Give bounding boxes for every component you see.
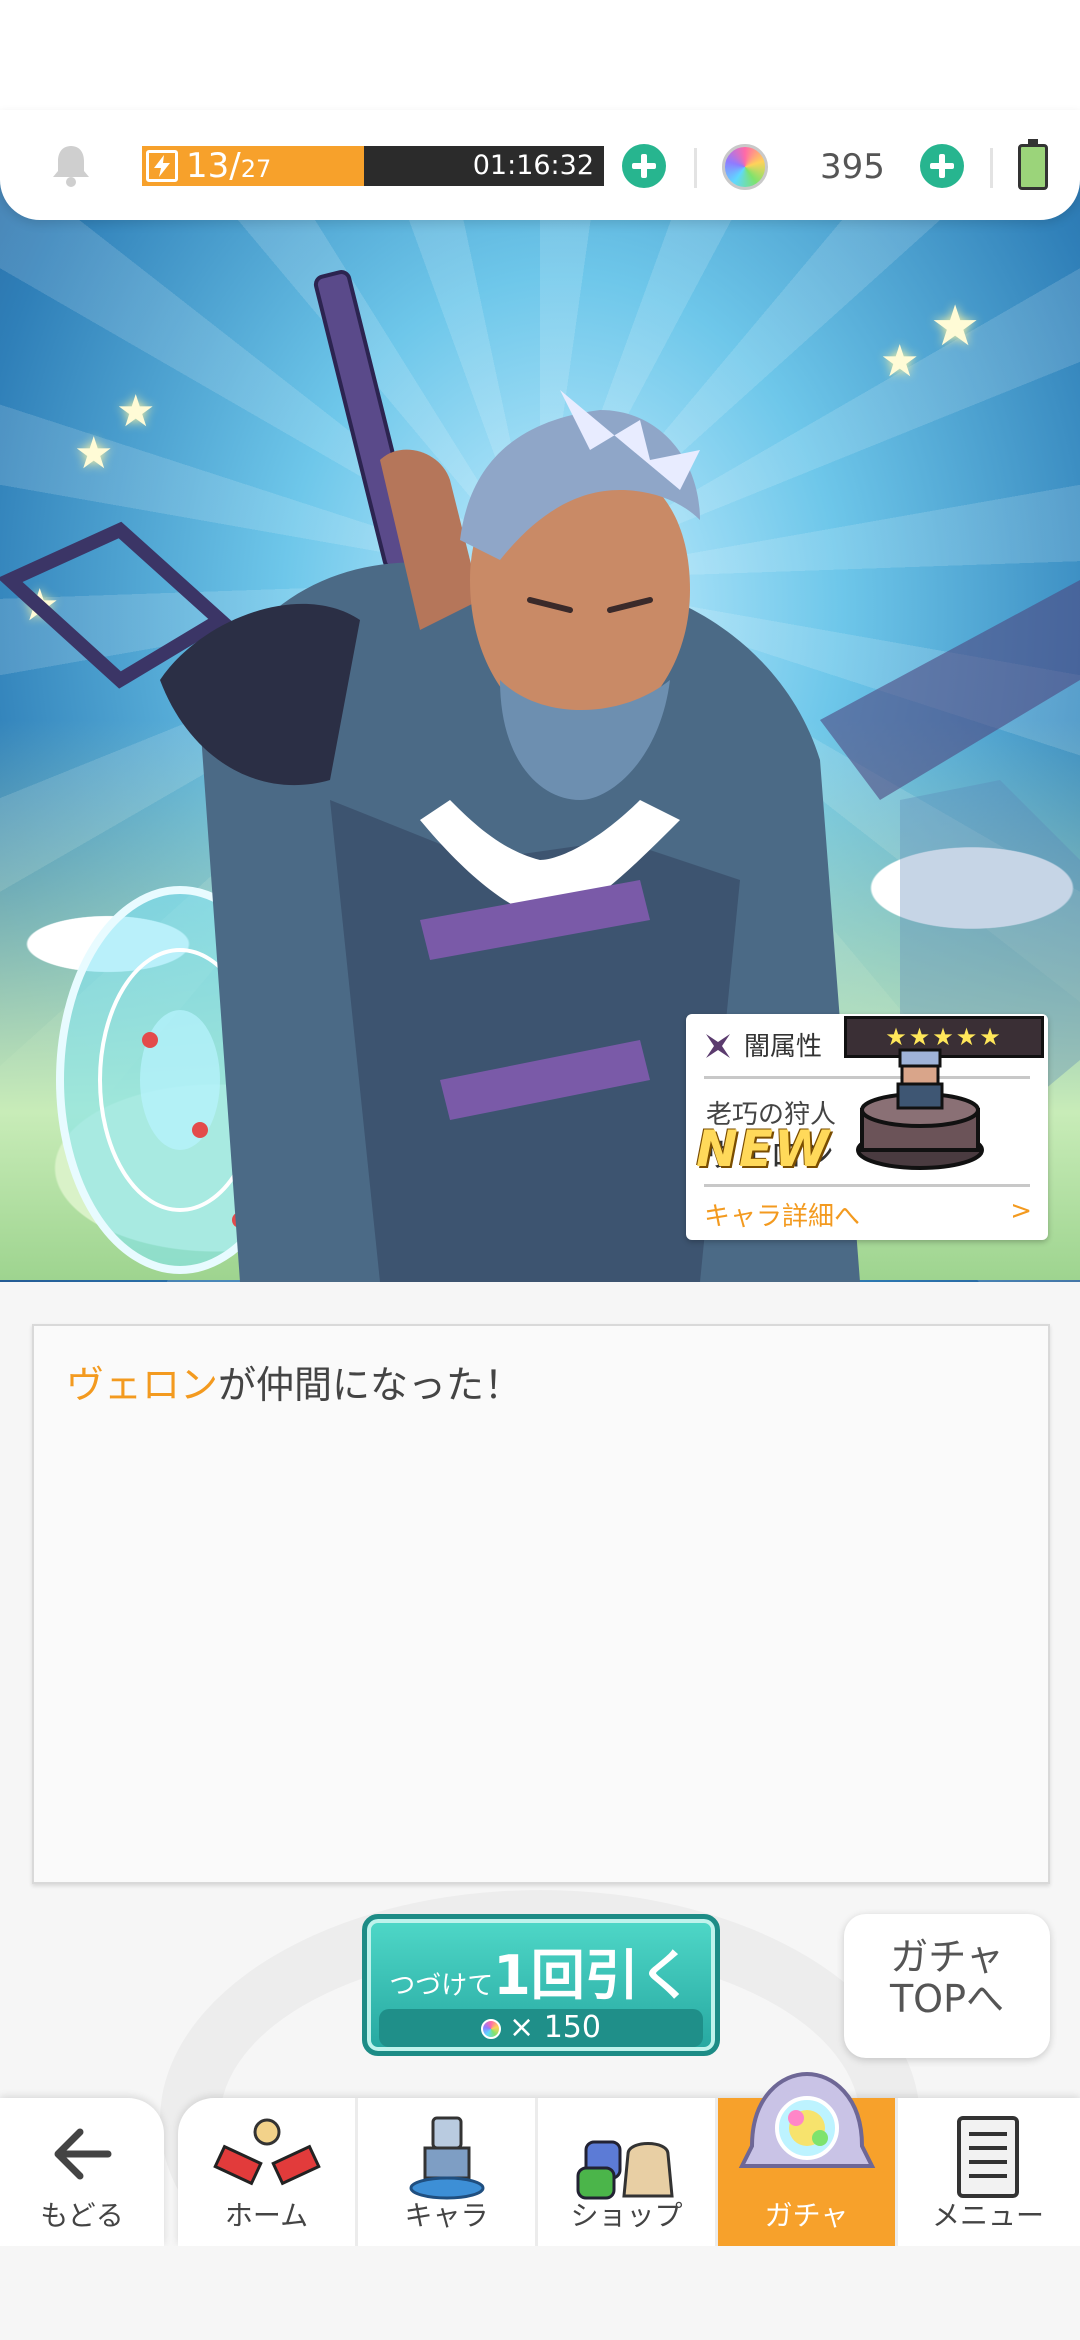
nav-item-shop[interactable]: ショップ — [538, 2098, 718, 2246]
nav-item-menu[interactable]: メニュー — [898, 2098, 1078, 2246]
character-detail-link[interactable]: キャラ詳細へ — [704, 1196, 860, 1233]
attribute-label: 闇属性 — [744, 1032, 823, 1062]
lightning-icon — [146, 150, 178, 182]
nav-item-gacha[interactable]: ガチャ — [718, 2071, 898, 2246]
divider — [694, 148, 697, 188]
character-artwork: ★ ★ ★ ★ ★ NEW 闇属性 ★★★★★ 老巧の狩人 ヴェロン キャラ詳細… — [0, 160, 1080, 1282]
divider — [990, 148, 993, 188]
add-gems-button[interactable] — [920, 144, 964, 188]
shop-bag-icon — [576, 2140, 674, 2200]
home-icon — [212, 2118, 321, 2186]
message-box: ヴェロンが仲間になった！ — [32, 1324, 1050, 1884]
gacha-crystal-icon — [738, 2071, 875, 2168]
pull-again-button[interactable]: つづけて1回引く × 150 — [362, 1914, 720, 2056]
character-sprite — [856, 1048, 984, 1170]
divider — [704, 1184, 1030, 1187]
chevron-right-icon[interactable]: > — [1010, 1196, 1032, 1226]
character-icon — [409, 2116, 484, 2200]
bottom-navigation: ホーム キャラ ショップ ガチャ メニュー — [178, 2071, 1080, 2246]
stamina-bar: 13/27 01:16:32 — [142, 146, 604, 186]
nav-item-chara[interactable]: キャラ — [358, 2098, 538, 2246]
nav-footer — [0, 2246, 1080, 2340]
gem-icon — [481, 2019, 502, 2039]
arrow-left-icon — [54, 2128, 112, 2180]
result-message: ヴェロンが仲間になった！ — [66, 1363, 523, 1407]
top-status-bar: 13/27 01:16:32 395 — [0, 110, 1080, 220]
menu-list-icon — [957, 2116, 1019, 2198]
new-badge: NEW — [696, 1120, 831, 1178]
bell-icon[interactable] — [48, 142, 94, 188]
gacha-top-button[interactable]: ガチャ TOPへ — [844, 1914, 1050, 2058]
message-character-name: ヴェロン — [66, 1363, 219, 1407]
pull-button-label: つづけて1回引く — [389, 1944, 693, 2007]
back-button[interactable]: もどる — [0, 2098, 164, 2246]
gem-count: 395 — [820, 147, 885, 187]
gem-icon — [722, 144, 768, 190]
stamina-value: 13/27 — [186, 146, 272, 186]
nav-item-home[interactable]: ホーム — [178, 2098, 358, 2246]
pull-cost: × 150 — [379, 2009, 703, 2047]
dark-attribute-icon — [706, 1034, 730, 1058]
battery-icon — [1018, 139, 1048, 190]
add-stamina-button[interactable] — [622, 144, 666, 188]
stamina-timer: 01:16:32 — [472, 150, 594, 181]
